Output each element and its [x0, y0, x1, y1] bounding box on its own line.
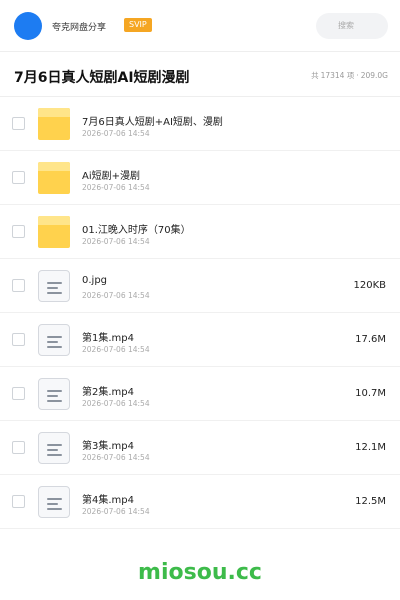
file-date: 2026-07-06 14:54: [82, 399, 150, 408]
select-checkbox[interactable]: [12, 387, 25, 400]
file-name[interactable]: 7月6日真人短剧+AI短剧、漫剧: [82, 113, 223, 128]
file-row[interactable]: 7月6日真人短剧+AI短剧、漫剧 2026-07-06 14:54: [0, 97, 400, 151]
file-name[interactable]: 01.江晚入时序（70集）: [82, 221, 191, 236]
file-date: 2026-07-06 14:54: [82, 453, 150, 462]
watermark: miosou.cc: [138, 560, 262, 585]
file-name[interactable]: 第3集.mp4: [82, 437, 134, 452]
svip-badge: SVIP: [124, 18, 152, 32]
file-size: 120KB: [353, 280, 386, 291]
file-date: 2026-07-06 14:54: [82, 345, 150, 354]
file-date: 2026-07-06 14:54: [82, 183, 150, 192]
file-icon: [38, 486, 70, 518]
file-row[interactable]: 第4集.mp4 2026-07-06 14:54 12.5M: [0, 475, 400, 529]
file-name[interactable]: 第1集.mp4: [82, 329, 134, 344]
file-icon: [38, 432, 70, 464]
title-bar: 7月6日真人短剧AI短剧漫剧 共 17314 项 · 209.0G: [0, 53, 400, 97]
file-row[interactable]: 第2集.mp4 2026-07-06 14:54 10.7M: [0, 367, 400, 421]
folder-summary: 共 17314 项 · 209.0G: [309, 70, 388, 81]
select-checkbox[interactable]: [12, 225, 25, 238]
select-checkbox[interactable]: [12, 333, 25, 346]
file-name[interactable]: 0.jpg: [82, 275, 107, 286]
file-row[interactable]: Ai短剧+漫剧 2026-07-06 14:54: [0, 151, 400, 205]
file-row[interactable]: 0.jpg 2026-07-06 14:54 120KB: [0, 259, 400, 313]
file-icon: [38, 324, 70, 356]
file-name[interactable]: 第2集.mp4: [82, 383, 134, 398]
file-icon: [38, 270, 70, 302]
page-title: 7月6日真人短剧AI短剧漫剧: [14, 70, 190, 86]
file-date: 2026-07-06 14:54: [82, 291, 150, 300]
select-checkbox[interactable]: [12, 171, 25, 184]
select-checkbox[interactable]: [12, 441, 25, 454]
summary-separator: ·: [356, 71, 359, 80]
file-list: 7月6日真人短剧+AI短剧、漫剧 2026-07-06 14:54 Ai短剧+漫剧 2…: [0, 97, 400, 529]
select-checkbox[interactable]: [12, 279, 25, 292]
file-icon: [38, 378, 70, 410]
folder-icon: [38, 108, 70, 140]
select-checkbox[interactable]: [12, 495, 25, 508]
file-row[interactable]: 第1集.mp4 2026-07-06 14:54 17.6M: [0, 313, 400, 367]
search-input[interactable]: 搜索: [316, 13, 388, 39]
top-header: 夸克网盘分享 SVIP 搜索: [0, 0, 400, 52]
file-size: 12.1M: [355, 442, 386, 453]
file-size: 10.7M: [355, 388, 386, 399]
select-checkbox[interactable]: [12, 117, 25, 130]
file-size: 12.5M: [355, 496, 386, 507]
share-name: 夸克网盘分享: [52, 23, 107, 33]
summary-prefix: 共: [311, 71, 319, 80]
file-name[interactable]: Ai短剧+漫剧: [82, 167, 140, 182]
file-date: 2026-07-06 14:54: [82, 507, 150, 516]
folder-icon: [38, 216, 70, 248]
file-row[interactable]: 第3集.mp4 2026-07-06 14:54 12.1M: [0, 421, 400, 475]
file-date: 2026-07-06 14:54: [82, 129, 150, 138]
avatar[interactable]: [14, 12, 42, 40]
item-count: 17314 项: [320, 71, 355, 80]
folder-icon: [38, 162, 70, 194]
total-size: 209.0G: [360, 71, 388, 80]
file-row[interactable]: 01.江晚入时序（70集） 2026-07-06 14:54: [0, 205, 400, 259]
file-size: 17.6M: [355, 334, 386, 345]
file-name[interactable]: 第4集.mp4: [82, 491, 134, 506]
file-date: 2026-07-06 14:54: [82, 237, 150, 246]
